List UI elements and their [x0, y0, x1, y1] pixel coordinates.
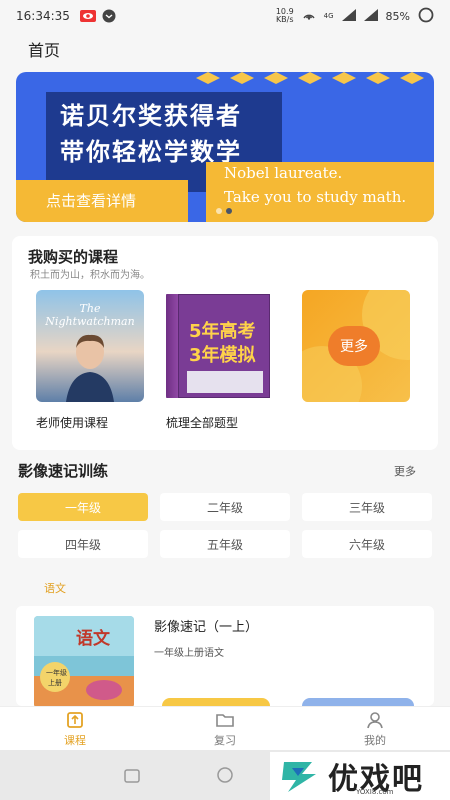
tab-review[interactable]: 复习 — [150, 707, 300, 750]
banner-headline-1: 诺贝尔奖获得者 — [60, 102, 242, 130]
exam-book-line2: 3年模拟 — [189, 345, 256, 366]
novel-cover-title: The Nightwatchman — [45, 302, 135, 328]
course-name: 影像速记（一上） — [154, 620, 259, 635]
grade-tab-5[interactable]: 五年级 — [160, 530, 290, 558]
watermark-logo-icon — [282, 762, 316, 792]
tab-courses-label: 课程 — [64, 733, 86, 747]
person-icon — [367, 711, 383, 728]
battery-label: 85% — [385, 9, 410, 23]
signal-icon-2 — [363, 8, 378, 24]
textbook-volume: 上册 — [48, 679, 62, 687]
banner-pager — [216, 208, 232, 214]
grade-tab-3[interactable]: 三年级 — [302, 493, 432, 521]
promo-banner[interactable]: 诺贝尔奖获得者 带你轻松学数学 点击查看详情 Nobel laureate. T… — [16, 72, 434, 222]
tab-courses[interactable]: 课程 — [0, 707, 150, 750]
status-bar: 16:34:35 10.9 KB/s 4G 85% — [0, 0, 450, 32]
course-desc: 一年级上册语文 — [154, 648, 224, 659]
network-label: 4G — [323, 12, 334, 20]
purchased-subtitle: 积土而为山，积水而为海。 — [30, 270, 150, 281]
message-app-icon — [102, 9, 118, 23]
book-icon — [67, 711, 83, 728]
banner-english-2: Take you to study math. — [224, 188, 407, 206]
more-badge[interactable]: 更多 — [328, 326, 380, 366]
course-label: 梳理全部题型 — [166, 416, 239, 430]
portrait-illustration — [66, 334, 114, 402]
textbook-grade: 一年级 — [46, 669, 67, 677]
course-label: 老师使用课程 — [36, 416, 109, 430]
bottom-tab-bar: 课程 复习 我的 — [0, 706, 450, 750]
pager-dot-active — [226, 208, 232, 214]
course-cover-novel[interactable]: The Nightwatchman — [36, 290, 144, 402]
hotspot-icon — [302, 9, 316, 24]
home-icon[interactable] — [216, 766, 234, 788]
page-title: 首页 — [28, 41, 61, 60]
eye-app-icon — [79, 9, 96, 23]
battery-icon — [418, 7, 434, 26]
course-cover-more[interactable]: 更多 — [302, 290, 410, 402]
grade-tab-4[interactable]: 四年级 — [18, 530, 148, 558]
tab-mine[interactable]: 我的 — [300, 707, 450, 750]
exam-book-line1: 5年高考 — [189, 321, 256, 342]
status-time: 16:34:35 — [16, 9, 70, 23]
course-action-button-2[interactable] — [302, 698, 414, 706]
recents-icon[interactable] — [124, 768, 140, 787]
course-item-more[interactable]: 更多 — [302, 290, 422, 402]
tab-review-label: 复习 — [214, 733, 236, 747]
banner-cta-link[interactable]: 点击查看详情 — [46, 190, 136, 211]
watermark: 优戏吧 YOXI8.com — [270, 752, 450, 800]
grade-tab-2[interactable]: 二年级 — [160, 493, 290, 521]
course-item-exam[interactable]: 5年高考 3年模拟 梳理全部题型 — [166, 290, 286, 431]
course-cover-exam-book[interactable]: 5年高考 3年模拟 — [166, 290, 274, 402]
purchased-courses-card: 我购买的课程 积土而为山，积水而为海。 The Nightwatchman 老师… — [12, 236, 438, 450]
banner-decoration — [196, 72, 424, 84]
net-speed: 10.9 KB/s — [275, 7, 294, 24]
training-more-link[interactable]: 更多 — [394, 463, 416, 479]
textbook-title: 语文 — [76, 629, 110, 649]
chinese-textbook-cover[interactable]: 语文 一年级 上册 — [34, 616, 134, 706]
banner-english-1: Nobel laureate. — [224, 164, 343, 182]
grade-tab-1[interactable]: 一年级 — [18, 493, 148, 521]
training-title: 影像速记训练 — [18, 462, 109, 480]
folder-icon — [216, 713, 234, 727]
signal-icon — [341, 8, 356, 24]
watermark-url: YOXI8.com — [356, 788, 394, 796]
course-card-chinese[interactable]: 语文 一年级 上册 影像速记（一上） 一年级上册语文 — [16, 606, 434, 706]
grade-tab-6[interactable]: 六年级 — [302, 530, 432, 558]
subject-label: 语文 — [44, 582, 66, 595]
purchased-title: 我购买的课程 — [28, 248, 119, 266]
tab-mine-label: 我的 — [364, 733, 386, 747]
pager-dot — [216, 208, 222, 214]
course-action-button-1[interactable] — [162, 698, 270, 706]
course-item-teacher[interactable]: The Nightwatchman 老师使用课程 — [36, 290, 156, 431]
